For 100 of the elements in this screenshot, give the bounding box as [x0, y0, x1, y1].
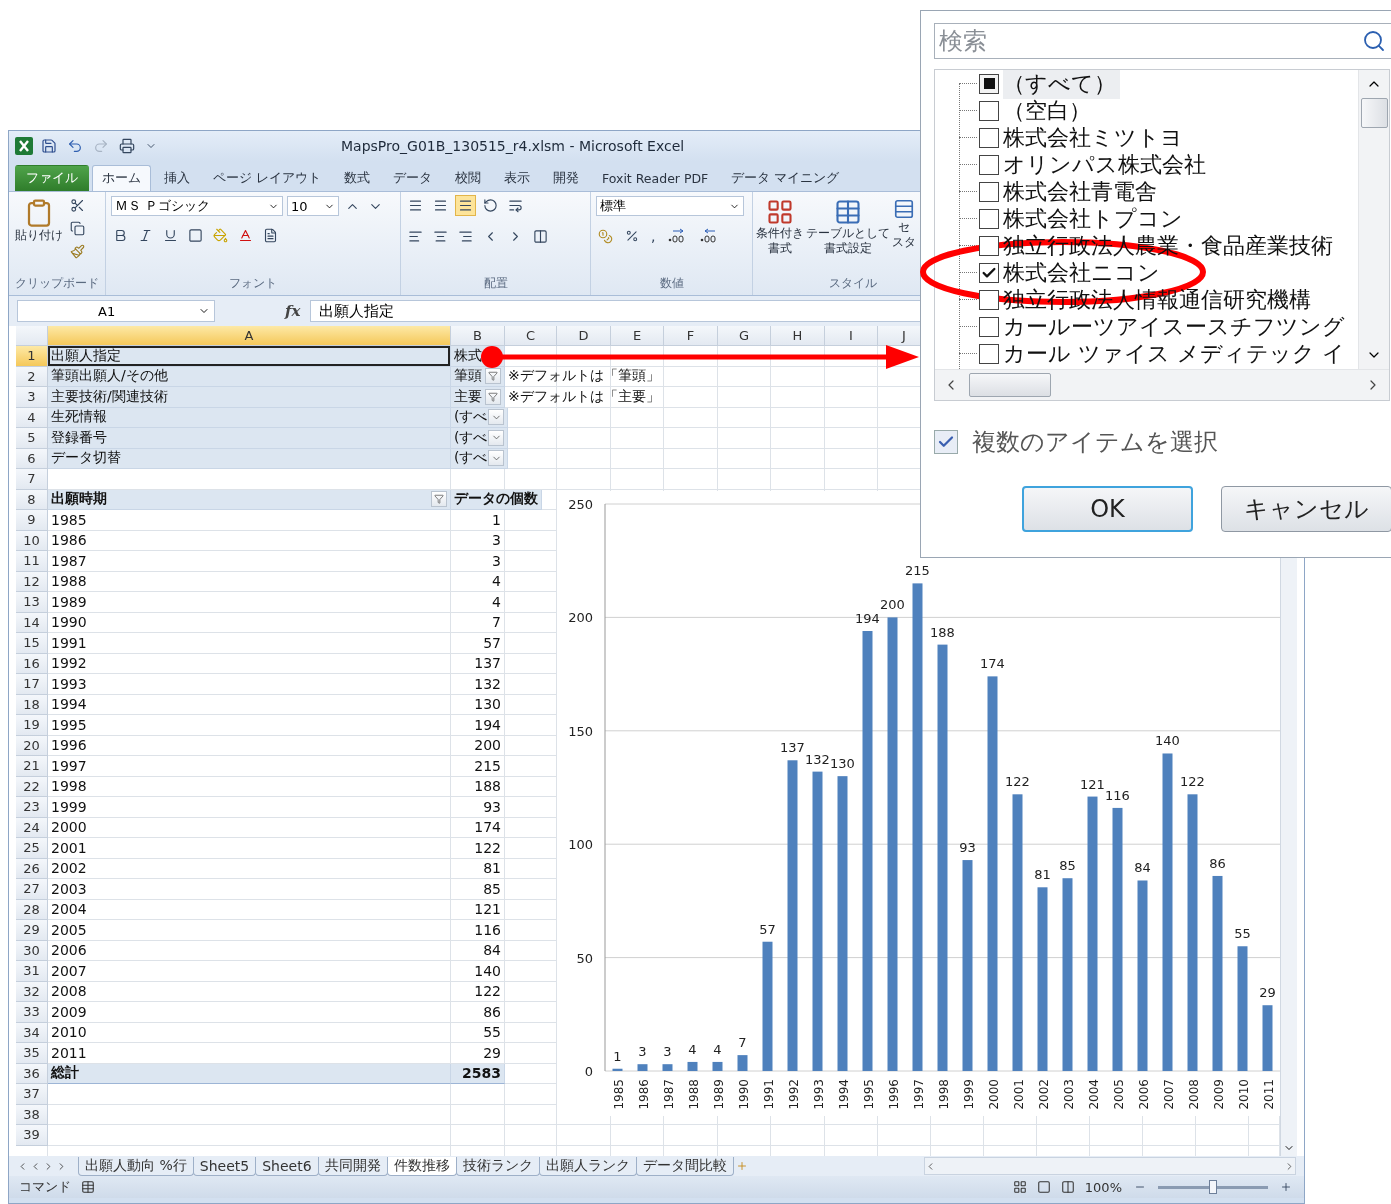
- ribbon-tab[interactable]: 開発: [543, 165, 589, 191]
- checkbox[interactable]: [979, 208, 999, 229]
- horizontal-scrollbar[interactable]: [935, 369, 1389, 400]
- row-header[interactable]: 24: [16, 817, 48, 838]
- row-header[interactable]: 37: [16, 1084, 48, 1105]
- row-header[interactable]: 31: [16, 961, 48, 982]
- row-header[interactable]: 2: [16, 366, 48, 387]
- checkbox[interactable]: [979, 235, 999, 256]
- cell-styles-button[interactable]: セ スタ: [891, 196, 917, 271]
- row-header[interactable]: 11: [16, 551, 48, 572]
- dialog-button[interactable]: キャンセル: [1221, 486, 1391, 532]
- column-header[interactable]: E: [611, 326, 664, 346]
- row-header[interactable]: 5: [16, 428, 48, 449]
- checkbox[interactable]: [979, 289, 999, 310]
- row-header[interactable]: 6: [16, 448, 48, 469]
- row-header[interactable]: 20: [16, 735, 48, 756]
- row-header[interactable]: 22: [16, 776, 48, 797]
- row-header[interactable]: 17: [16, 674, 48, 695]
- filter-button[interactable]: [485, 388, 501, 405]
- column-header[interactable]: C: [505, 326, 557, 346]
- row-header[interactable]: 16: [16, 653, 48, 674]
- row-header[interactable]: 30: [16, 940, 48, 961]
- row-header[interactable]: 39: [16, 1125, 48, 1146]
- row-header[interactable]: 10: [16, 530, 48, 551]
- sheet-tab[interactable]: 技術ランク: [455, 1156, 540, 1176]
- orientation-button[interactable]: [481, 196, 500, 215]
- dialog-button[interactable]: OK: [1022, 486, 1193, 532]
- row-header[interactable]: 36: [16, 1063, 48, 1084]
- row-header[interactable]: 3: [16, 387, 48, 408]
- checkbox[interactable]: [979, 100, 999, 121]
- checkbox-label[interactable]: 複数のアイテムを選択: [972, 426, 1218, 458]
- filter-button[interactable]: [485, 368, 501, 385]
- row-header[interactable]: 9: [16, 510, 48, 531]
- number-format-dropdown[interactable]: 標準: [596, 196, 744, 216]
- row-header[interactable]: 25: [16, 838, 48, 859]
- scroll-thumb[interactable]: [1360, 98, 1388, 128]
- row-header[interactable]: 21: [16, 756, 48, 777]
- filter-button[interactable]: [431, 491, 447, 508]
- font-name-dropdown[interactable]: ＭＳ Ｐゴシック: [111, 196, 283, 216]
- font-size-dropdown[interactable]: 10: [287, 196, 339, 216]
- column-header[interactable]: B: [451, 326, 505, 346]
- ribbon-tab[interactable]: ホーム: [92, 165, 151, 191]
- sheet-tab[interactable]: 件数推移: [386, 1156, 457, 1176]
- row-header[interactable]: 1: [16, 346, 48, 367]
- column-header[interactable]: G: [718, 326, 771, 346]
- checkbox[interactable]: [979, 181, 999, 202]
- column-header[interactable]: D: [557, 326, 611, 346]
- row-header[interactable]: 27: [16, 879, 48, 900]
- ribbon-tab[interactable]: 数式: [334, 165, 380, 191]
- zoom-thumb[interactable]: [1209, 1180, 1217, 1194]
- search-field[interactable]: 検索: [934, 23, 1391, 59]
- row-header[interactable]: 12: [16, 571, 48, 592]
- ribbon-tab[interactable]: データ マイニング: [721, 165, 850, 191]
- ribbon-tab[interactable]: 校閲: [445, 165, 491, 191]
- checkbox[interactable]: [934, 430, 958, 454]
- row-header[interactable]: 29: [16, 920, 48, 941]
- row-header[interactable]: 33: [16, 1002, 48, 1023]
- item-label[interactable]: （すべて）: [1003, 70, 1120, 99]
- row-header[interactable]: 4: [16, 407, 48, 428]
- ribbon-tab[interactable]: ファイル: [15, 165, 89, 191]
- item-label[interactable]: 株式会社ニコン: [1003, 257, 1164, 288]
- bottom-align-button[interactable]: [456, 196, 475, 215]
- row-header[interactable]: 14: [16, 612, 48, 633]
- row-header[interactable]: 32: [16, 981, 48, 1002]
- vertical-scrollbar[interactable]: [1358, 70, 1389, 370]
- row-header[interactable]: 15: [16, 633, 48, 654]
- ribbon-tab[interactable]: 表示: [494, 165, 540, 191]
- print-preview-button[interactable]: [117, 136, 137, 156]
- checkbox[interactable]: [979, 154, 999, 175]
- checkbox[interactable]: [979, 127, 999, 148]
- row-header[interactable]: 28: [16, 899, 48, 920]
- row-header[interactable]: 18: [16, 694, 48, 715]
- checkbox[interactable]: [979, 73, 999, 94]
- row-header[interactable]: 35: [16, 1043, 48, 1064]
- sheet-tab[interactable]: 出願人ランク: [538, 1156, 637, 1176]
- sheet-tab[interactable]: 共同開発: [317, 1156, 388, 1176]
- row-header[interactable]: 13: [16, 592, 48, 613]
- row-header[interactable]: 23: [16, 797, 48, 818]
- sheet-tab[interactable]: 出願人動向 %行: [78, 1156, 194, 1176]
- checkbox[interactable]: [979, 343, 999, 364]
- column-header[interactable]: F: [664, 326, 718, 346]
- horizontal-scrollbar[interactable]: [924, 1157, 1296, 1175]
- row-header[interactable]: 8: [16, 489, 48, 510]
- save-button[interactable]: [39, 136, 59, 156]
- column-header[interactable]: A: [48, 326, 451, 346]
- column-header[interactable]: H: [771, 326, 825, 346]
- column-header[interactable]: I: [825, 326, 878, 346]
- ribbon-tab[interactable]: ページ レイアウト: [203, 165, 331, 191]
- ribbon-tab[interactable]: 挿入: [154, 165, 200, 191]
- format-as-table-button[interactable]: テーブルとして 書式設定: [805, 196, 891, 271]
- row-header[interactable]: 34: [16, 1022, 48, 1043]
- comma-button[interactable]: ,: [649, 226, 658, 246]
- row-header[interactable]: 26: [16, 858, 48, 879]
- row-header[interactable]: 38: [16, 1104, 48, 1125]
- paste-button[interactable]: 貼り付け: [14, 196, 64, 271]
- sheet-tab[interactable]: データ間比較: [635, 1156, 734, 1176]
- checkbox[interactable]: [979, 262, 999, 283]
- name-box[interactable]: A1: [17, 300, 215, 322]
- borders-button[interactable]: [186, 226, 205, 245]
- fill-color-button[interactable]: [211, 226, 230, 245]
